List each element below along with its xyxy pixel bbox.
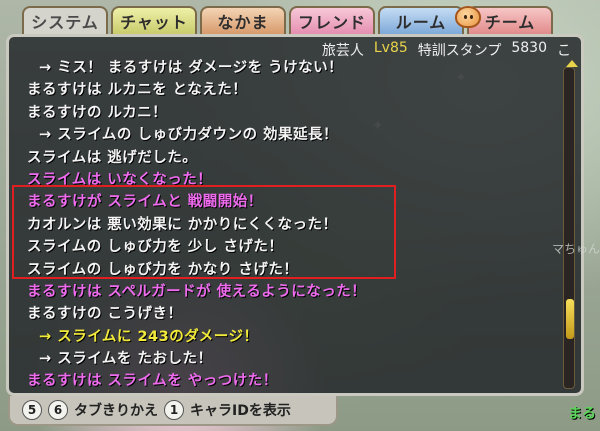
chat-tabs: システム チャット なかま フレンド ルーム チーム xyxy=(22,6,553,36)
tab-label: システム xyxy=(31,13,99,32)
tab-label: チャット xyxy=(120,13,188,32)
show-id-label: キャラIDを表示 xyxy=(190,403,291,419)
tab-system[interactable]: システム xyxy=(22,6,108,34)
player-name-label: マちゅん xyxy=(552,242,600,256)
log-line: カオルンは 悪い効果に かかりにくくなった！ xyxy=(27,216,338,233)
tab-switch-label: タブきりかえ xyxy=(74,403,158,419)
scrollbar-track[interactable] xyxy=(563,67,575,389)
scroll-up-icon[interactable] xyxy=(566,60,578,67)
tab-chat[interactable]: チャット xyxy=(111,6,197,34)
log-line: スライムは 逃げだした。 xyxy=(27,149,198,166)
log-line: まるすけは スライムを やっつけた！ xyxy=(27,373,278,390)
log-line: スライムの しゅび力を 少し さげた！ xyxy=(27,239,284,256)
key-6-button[interactable]: 6 xyxy=(48,400,68,420)
log-line: まるすけの こうげき！ xyxy=(27,306,183,323)
log-line: スライムの しゅび力を かなり さげた！ xyxy=(27,261,299,278)
scrollbar-thumb[interactable] xyxy=(566,299,574,339)
tab-label: チーム xyxy=(484,13,536,32)
tab-label: なかま xyxy=(217,13,269,32)
tab-friend[interactable]: フレンド xyxy=(289,6,375,34)
tab-label: ルーム xyxy=(395,13,447,32)
tab-party[interactable]: なかま xyxy=(200,6,286,34)
key-5-button[interactable]: 5 xyxy=(22,400,42,420)
tab-room[interactable]: ルーム xyxy=(378,6,464,34)
message-log: → ミス！ まるすけは ダメージを うけない！ まるすけは ルカニを となえた！ ま… xyxy=(27,57,567,393)
chat-log-panel: 旅芸人 Lv85 特訓スタンプ 5830 こ → ミス！ まるすけは ダメージを… xyxy=(6,34,584,396)
bottom-hint-bar: 5 6 タブきりかえ 1 キャラIDを表示 xyxy=(8,396,338,426)
tab-label: フレンド xyxy=(297,13,366,32)
log-line: まるすけの ルカニ！ xyxy=(27,104,168,121)
corner-name-label: まる xyxy=(568,406,596,422)
key-1-button[interactable]: 1 xyxy=(164,400,184,420)
log-line: → ミス！ まるすけは ダメージを うけない！ xyxy=(39,60,344,76)
log-line: → スライムを たおした！ xyxy=(39,351,213,368)
log-line: まるすけは スペルガードが 使えるようになった！ xyxy=(27,283,367,300)
log-line: まるすけは ルカニを となえた！ xyxy=(27,82,248,99)
log-line: → スライムの しゅび力ダウンの 効果延長！ xyxy=(39,127,339,144)
log-line: スライムは いなくなった！ xyxy=(27,171,213,188)
log-line: → スライムに 243のダメージ！ xyxy=(39,328,259,345)
tab-team[interactable]: チーム xyxy=(455,6,553,34)
slime-icon xyxy=(455,6,481,28)
log-line: まるすけが スライムと 戦闘開始！ xyxy=(27,194,263,211)
